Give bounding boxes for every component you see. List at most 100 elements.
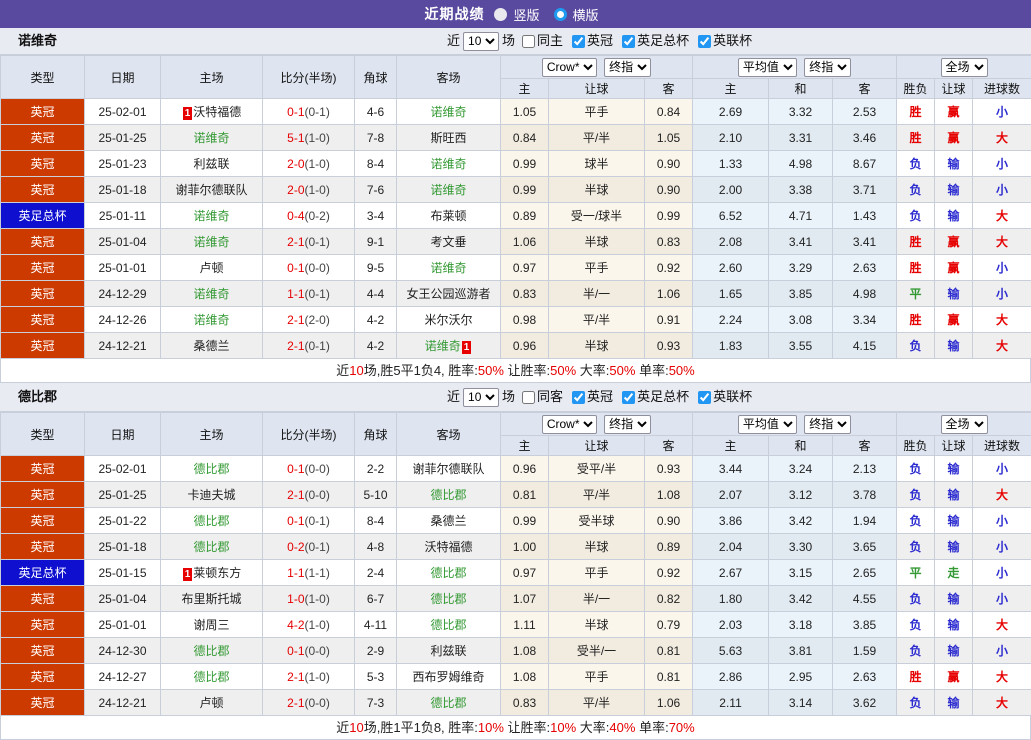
col-header-home: 主场: [161, 56, 263, 99]
same-venue-checkbox[interactable]: [522, 391, 535, 404]
match-date-cell: 25-01-01: [85, 612, 161, 638]
col-header-home: 主场: [161, 413, 263, 456]
match-count-select[interactable]: 10: [463, 32, 499, 51]
league-championship-checkbox[interactable]: [572, 35, 585, 48]
score-cell: 2-1(0-1): [263, 333, 355, 359]
corner-count-cell: 2-2: [355, 456, 397, 482]
handicap-odds-cell: 1.07: [501, 586, 549, 612]
corner-count-cell: 5-3: [355, 664, 397, 690]
result-cell: 大: [973, 333, 1031, 359]
team-name-text: 诺维奇: [193, 235, 229, 249]
europe-odds-cell: 1.94: [833, 508, 897, 534]
corner-count-cell: 8-4: [355, 151, 397, 177]
crow-company-select[interactable]: Crow*: [542, 58, 597, 77]
match-date-cell: 25-01-18: [85, 177, 161, 203]
europe-odds-cell: 4.15: [833, 333, 897, 359]
handicap-odds-cell: 0.97: [501, 255, 549, 281]
team-name-text: 卡迪夫城: [187, 488, 235, 502]
europe-odds-cell: 2.10: [693, 125, 769, 151]
league-type-cell: 英冠: [1, 508, 85, 534]
result-cell: 小: [973, 177, 1031, 203]
record-summary: 近10场,胜1平1负8, 胜率:10% 让胜率:10% 大率:40% 单率:70…: [0, 716, 1031, 740]
league-type-cell: 英冠: [1, 534, 85, 560]
result-cell: 小: [973, 281, 1031, 307]
col-header-score: 比分(半场): [263, 56, 355, 99]
away-team-cell: 沃特福德: [397, 534, 501, 560]
final-odds-select[interactable]: 终指: [604, 58, 651, 77]
half-time-score: (0-1): [305, 235, 330, 249]
near-label: 近: [447, 383, 460, 411]
full-time-score: 2-1: [287, 339, 304, 353]
league-type-cell: 英冠: [1, 664, 85, 690]
col-header-handicap-result: 让球: [935, 79, 973, 99]
handicap-odds-cell: 0.99: [501, 151, 549, 177]
match-row: 英冠24-12-27德比郡2-1(1-0)5-3西布罗姆维奇1.08平手0.81…: [1, 664, 1031, 690]
league-type-cell: 英冠: [1, 281, 85, 307]
half-time-score: (0-0): [305, 261, 330, 275]
home-team-cell: 诺维奇: [161, 203, 263, 229]
corner-count-cell: 4-2: [355, 333, 397, 359]
league-championship-checkbox[interactable]: [572, 391, 585, 404]
fa-cup-checkbox[interactable]: [622, 391, 635, 404]
score-cell: 2-0(1-0): [263, 177, 355, 203]
handicap-odds-cell: 受一/球半: [549, 203, 645, 229]
crow-company-select[interactable]: Crow*: [542, 415, 597, 434]
score-cell: 0-1(0-0): [263, 638, 355, 664]
match-row: 英冠25-01-18谢菲尔德联队2-0(1-0)7-6诺维奇0.99半球0.90…: [1, 177, 1031, 203]
score-cell: 0-1(0-0): [263, 456, 355, 482]
score-cell: 1-0(1-0): [263, 586, 355, 612]
efl-cup-checkbox[interactable]: [698, 391, 711, 404]
europe-odds-cell: 1.80: [693, 586, 769, 612]
handicap-odds-cell: 半球: [549, 612, 645, 638]
result-cell: 小: [973, 99, 1031, 125]
horizontal-layout-radio[interactable]: [554, 8, 567, 21]
vertical-layout-radio[interactable]: [494, 8, 507, 21]
result-cell: 赢: [935, 125, 973, 151]
final-odds-select-2[interactable]: 终指: [804, 415, 851, 434]
full-time-score: 5-1: [287, 131, 304, 145]
corner-count-cell: 8-4: [355, 508, 397, 534]
handicap-odds-cell: 0.96: [501, 456, 549, 482]
team-name-text: 利兹联: [193, 157, 229, 171]
home-team-cell: 1沃特福德: [161, 99, 263, 125]
team-name-text: 谢周三: [193, 618, 229, 632]
handicap-odds-cell: 0.84: [645, 99, 693, 125]
corner-count-cell: 4-6: [355, 99, 397, 125]
match-row: 英冠24-12-26诺维奇2-1(2-0)4-2米尔沃尔0.98平/半0.912…: [1, 307, 1031, 333]
away-team-cell: 诺维奇: [397, 99, 501, 125]
handicap-odds-cell: 0.79: [645, 612, 693, 638]
fa-cup-checkbox[interactable]: [622, 35, 635, 48]
corner-count-cell: 7-6: [355, 177, 397, 203]
handicap-odds-cell: 1.00: [501, 534, 549, 560]
col-header-crow-away: 客: [645, 79, 693, 99]
scope-select[interactable]: 全场: [941, 415, 988, 434]
result-cell: 胜: [897, 229, 935, 255]
col-header-date: 日期: [85, 413, 161, 456]
final-odds-select-2[interactable]: 终指: [804, 58, 851, 77]
col-header-crow-away: 客: [645, 436, 693, 456]
handicap-odds-cell: 1.08: [501, 664, 549, 690]
europe-odds-cell: 3.38: [769, 177, 833, 203]
corner-count-cell: 9-1: [355, 229, 397, 255]
home-team-cell: 谢周三: [161, 612, 263, 638]
team-name-text: 利兹联: [430, 644, 466, 658]
handicap-odds-cell: 0.98: [501, 307, 549, 333]
handicap-odds-cell: 0.83: [501, 690, 549, 716]
result-cell: 输: [935, 586, 973, 612]
same-venue-checkbox[interactable]: [522, 35, 535, 48]
efl-cup-checkbox[interactable]: [698, 35, 711, 48]
same-venue-label: 同客: [537, 383, 563, 411]
result-cell: 输: [935, 638, 973, 664]
team-name-text: 布莱顿: [430, 209, 466, 223]
europe-odds-cell: 2.69: [693, 99, 769, 125]
match-count-select[interactable]: 10: [463, 388, 499, 407]
europe-odds-cell: 2.03: [693, 612, 769, 638]
final-odds-select[interactable]: 终指: [604, 415, 651, 434]
average-select[interactable]: 平均值: [738, 58, 797, 77]
col-header-avg-home: 主: [693, 79, 769, 99]
summary-text: 50%: [669, 363, 695, 378]
scope-select[interactable]: 全场: [941, 58, 988, 77]
result-cell: 胜: [897, 664, 935, 690]
full-time-score: 2-1: [287, 235, 304, 249]
average-select[interactable]: 平均值: [738, 415, 797, 434]
